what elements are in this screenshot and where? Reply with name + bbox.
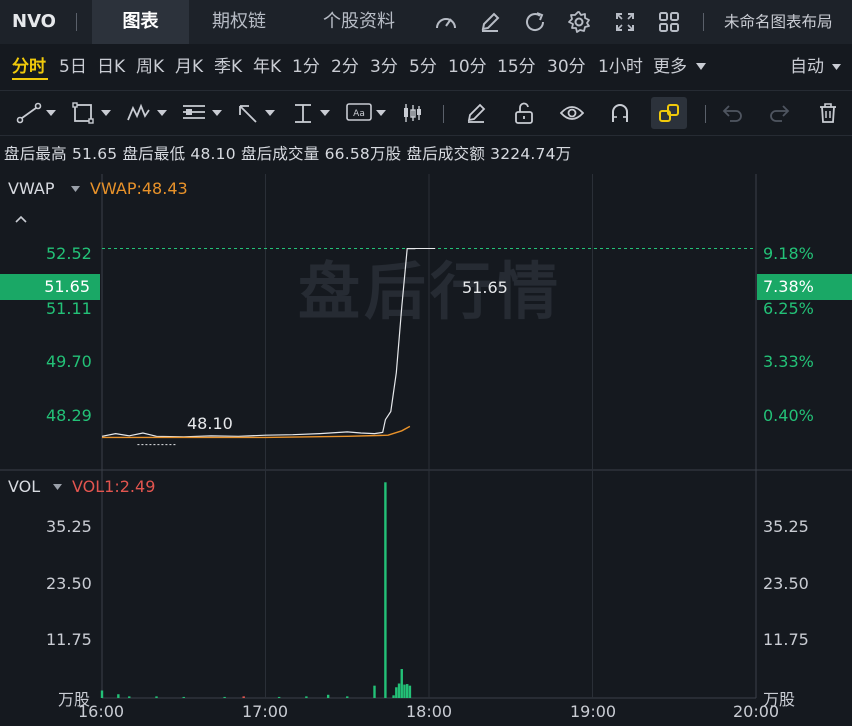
caret-down-icon[interactable] [52,483,63,491]
volume-bars [100,482,412,698]
pct-tick: 9.18% [763,244,814,263]
volume-bar [155,696,158,698]
time-tick: 18:00 [406,702,453,721]
volume-bar [346,696,349,698]
volume-bar [117,694,120,698]
time-tick: 20:00 [733,702,780,721]
volume-bar [408,685,412,698]
volume-bar [403,684,406,698]
chart-canvas[interactable]: 盘后行情 [0,0,852,726]
vol-tick: 35.25 [46,517,92,536]
price-tick: 51.11 [46,299,92,318]
volume-bar [397,683,401,698]
time-tick: 16:00 [78,702,125,721]
time-tick: 19:00 [570,702,617,721]
high-annotation: 51.65 [462,278,508,297]
current-pct-value: 7.38% [763,277,814,296]
volume-bar [182,696,185,698]
price-tick: 52.52 [46,244,92,263]
vol-tick: 11.75 [763,630,809,649]
volume-indicator-name[interactable]: VOL [8,477,40,496]
current-pct-badge: 7.38% [757,274,852,300]
volume-bar [277,696,281,698]
volume-bar [373,685,376,698]
low-annotation: 48.10 [187,414,233,433]
vol-value: VOL1:2.49 [72,477,156,496]
chevron-up-icon[interactable] [14,214,28,224]
current-price-badge: 51.65 [0,274,100,300]
volume-bar [326,694,330,698]
time-tick: 17:00 [242,702,289,721]
volume-bar [400,669,403,698]
volume-bar [223,696,226,698]
price-tick: 49.70 [46,352,92,371]
pct-tick: 6.25% [763,299,814,318]
volume-bar [242,696,245,698]
volume-bar [100,690,104,698]
volume-bar [384,482,387,698]
volume-bar [305,696,308,698]
price-tick: 48.29 [46,406,92,425]
pct-tick: 3.33% [763,352,814,371]
current-price-value: 51.65 [44,277,90,296]
caret-down-icon[interactable] [70,185,81,193]
volume-bar [128,696,131,698]
price-indicator-name[interactable]: VWAP [8,179,54,198]
vol-tick: 23.50 [46,574,92,593]
pct-tick: 0.40% [763,406,814,425]
volume-bar [395,687,398,698]
vol-tick: 35.25 [763,517,809,536]
vol-tick: 23.50 [763,574,809,593]
vwap-value: VWAP:48.43 [90,179,188,198]
vol-tick: 11.75 [46,630,92,649]
volume-bar [392,695,395,698]
volume-bar [406,684,409,698]
watermark: 盘后行情 [298,255,562,328]
